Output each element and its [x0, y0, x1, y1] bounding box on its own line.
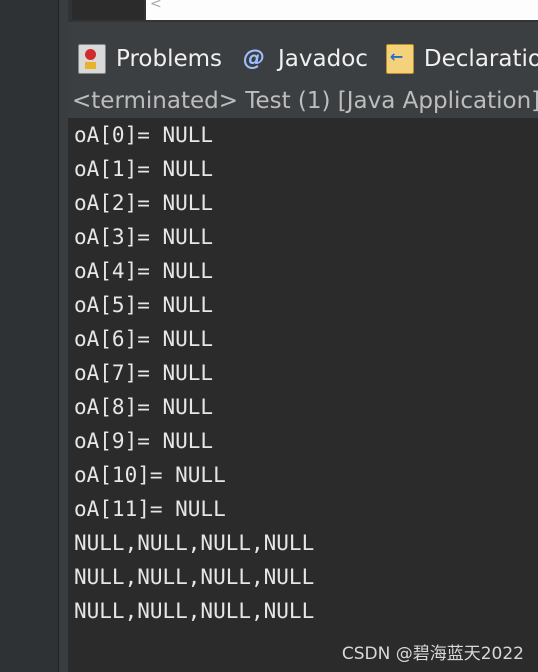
watermark: CSDN @碧海蓝天2022: [341, 644, 524, 664]
console-line: oA[4]= NULL: [74, 259, 214, 283]
tab-javadoc-label: Javadoc: [278, 46, 368, 72]
scroll-left-arrow-icon[interactable]: <: [150, 0, 162, 12]
console-line: oA[6]= NULL: [74, 327, 214, 351]
tab-declaration-label: Declaratio: [423, 46, 538, 72]
console-line: oA[2]= NULL: [74, 191, 214, 215]
scroll-track[interactable]: [146, 0, 538, 20]
console-title: <terminated> Test (1) [Java Application]: [68, 84, 538, 118]
tab-declaration[interactable]: Declaratio: [385, 34, 538, 84]
left-gutter: [0, 0, 58, 672]
tab-javadoc[interactable]: @ Javadoc: [240, 34, 368, 84]
console-line: oA[7]= NULL: [74, 361, 214, 385]
console-line: oA[8]= NULL: [74, 395, 214, 419]
declaration-icon: [385, 44, 414, 74]
console-line: oA[5]= NULL: [74, 293, 214, 317]
console-line: NULL,NULL,NULL,NULL: [74, 565, 315, 589]
console-line: NULL,NULL,NULL,NULL: [74, 599, 315, 623]
console-line: oA[9]= NULL: [74, 429, 214, 453]
javadoc-icon: @: [243, 46, 266, 71]
console-line: oA[1]= NULL: [74, 157, 214, 181]
tab-problems[interactable]: Problems: [78, 34, 222, 84]
editor-scroll-left-area: [72, 0, 144, 20]
console-line: oA[11]= NULL: [74, 497, 226, 521]
view-tab-bar: Problems @ Javadoc Declaratio: [68, 34, 538, 84]
console-line: oA[10]= NULL: [74, 463, 226, 487]
console-output[interactable]: oA[0]= NULL oA[1]= NULL oA[2]= NULL oA[3…: [68, 118, 538, 672]
console-line: oA[3]= NULL: [74, 225, 214, 249]
console-line: NULL,NULL,NULL,NULL: [74, 531, 315, 555]
tab-problems-label: Problems: [116, 46, 223, 72]
editor-horizontal-scrollbar[interactable]: <: [68, 0, 538, 22]
problems-icon: [78, 44, 106, 74]
console-line: oA[0]= NULL: [74, 123, 214, 147]
panel-separator: [68, 22, 538, 34]
